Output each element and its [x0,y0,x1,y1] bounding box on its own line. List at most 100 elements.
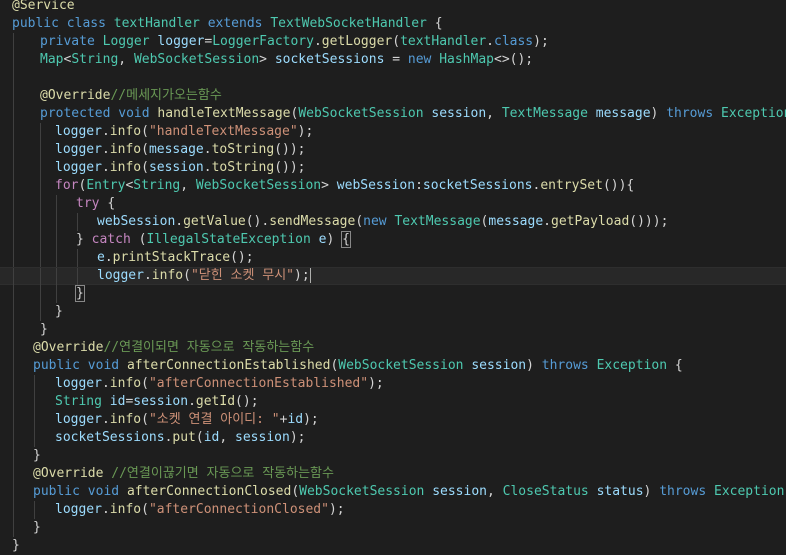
code-line[interactable]: logger.info("afterConnectionClosed"); [0,501,786,519]
code-text: e.printStackTrace(); [97,249,254,267]
indent-guide [13,321,14,339]
code-line[interactable]: public class textHandler extends TextWeb… [0,15,786,33]
code-line[interactable]: protected void handleTextMessage(WebSock… [0,105,786,123]
code-token: ); [303,412,319,427]
indent-guide [13,123,14,141]
code-token: > [321,178,337,193]
code-text: Map<String, WebSocketSession> socketSess… [40,51,533,69]
code-token: logger [55,376,102,391]
code-token: ); [368,376,384,391]
code-line[interactable]: } [0,537,786,555]
indent-guide [13,195,14,213]
code-token: HashMap [439,52,494,67]
code-line[interactable]: webSession.getValue().sendMessage(new Te… [0,213,786,231]
code-token: LoggerFactory [212,34,314,49]
code-token: , [486,106,502,121]
code-token: "afterConnectionClosed" [148,502,329,517]
code-line[interactable]: logger.info("afterConnectionEstablished"… [0,375,786,393]
code-text: @Override//메세지가오는함수 [40,87,222,105]
code-line[interactable]: private Logger logger=LoggerFactory.getL… [0,33,786,51]
code-token: toString [211,160,275,175]
code-line[interactable]: public void afterConnectionEstablished(W… [0,357,786,375]
code-token: message [148,142,204,157]
code-token: webSession [97,214,176,229]
code-token: public [33,484,88,499]
indent-guide [13,339,14,357]
code-line[interactable]: logger.info(message.toString()); [0,141,786,159]
code-line[interactable]: Map<String, WebSocketSession> socketSess… [0,51,786,69]
indent-guide [56,231,57,249]
code-line[interactable]: logger.info("handleTextMessage"); [0,123,786,141]
code-token: <>(); [494,52,534,67]
indent-guide [40,249,41,267]
code-token: @ [12,0,20,13]
code-token: //연결이되면 자동으로 작동하는함수 [103,340,315,355]
indent-guide [13,141,14,159]
code-token: message [488,214,544,229]
code-token: Service [19,0,75,13]
indent-guide [13,411,14,429]
code-token: message [595,106,651,121]
code-token: ) [643,484,660,499]
code-line[interactable]: @Override //연결이끊기면 자동으로 작동하는함수 [0,465,786,483]
code-text: @Service [12,0,75,15]
indent-guide [40,285,41,303]
indent-guide [13,285,14,303]
code-line[interactable]: } catch (IllegalStateException e) { [0,231,786,249]
code-token: ); [297,124,314,139]
code-token: webSession [336,178,416,193]
code-line[interactable]: } [0,519,786,537]
code-line[interactable]: public void afterConnectionClosed(WebSoc… [0,483,786,501]
code-token: handleTextMessage [157,106,291,121]
code-line[interactable]: } [0,285,786,303]
code-line[interactable]: try { [0,195,786,213]
code-token: (); [235,394,259,409]
code-text: logger.info("afterConnectionEstablished"… [55,375,384,393]
code-token: textHandler [113,16,208,31]
code-line[interactable]: socketSessions.put(id, session); [0,429,786,447]
indent-guide [56,195,57,213]
code-line[interactable]: for(Entry<String, WebSocketSession> webS… [0,177,786,195]
code-line[interactable]: @Override//메세지가오는함수 [0,87,786,105]
code-line[interactable] [0,69,786,87]
code-token: ()){ [602,178,635,193]
code-token: . [143,268,152,283]
indent-guide [13,393,14,411]
code-token: WebSocketSession [298,106,432,121]
code-text: webSession.getValue().sendMessage(new Te… [97,213,668,231]
code-line[interactable]: } [0,321,786,339]
indent-guide [40,177,41,195]
code-token: put [172,430,196,445]
indent-guide [13,429,14,447]
indent-guide [56,249,57,267]
code-line[interactable]: String id=session.getId(); [0,393,786,411]
code-line[interactable]: } [0,447,786,465]
code-line[interactable]: logger.info("소켓 연결 아이디: "+id); [0,411,786,429]
code-line[interactable]: logger.info("닫힌 소켓 무시"); [0,267,786,286]
code-line[interactable]: } [0,303,786,321]
code-token: socketSessions [274,52,393,67]
code-token: Exception [714,484,786,499]
code-token: logger [55,160,102,175]
code-text: try { [76,195,115,213]
code-token: id [203,430,220,445]
code-text: protected void handleTextMessage(WebSock… [40,105,786,123]
code-line[interactable]: @Override//연결이되면 자동으로 작동하는함수 [0,339,786,357]
code-token: void [87,358,127,373]
code-token: : [415,178,423,193]
code-line[interactable]: @Service [0,0,786,15]
code-line[interactable]: logger.info(session.toString()); [0,159,786,177]
code-token: ()); [274,142,306,157]
code-token: Exception [721,106,786,121]
code-token: sendMessage [269,214,356,229]
code-token: . [101,142,110,157]
indent-guide [40,195,41,213]
code-editor[interactable]: @Service public class textHandler extends… [0,0,786,555]
code-token: } [55,304,63,319]
code-line[interactable]: e.printStackTrace(); [0,249,786,267]
code-token: . [486,34,494,49]
code-token: ( [141,376,149,391]
code-token: textHandler [400,34,487,49]
code-token: logger [157,34,205,49]
code-token: ( [141,412,149,427]
